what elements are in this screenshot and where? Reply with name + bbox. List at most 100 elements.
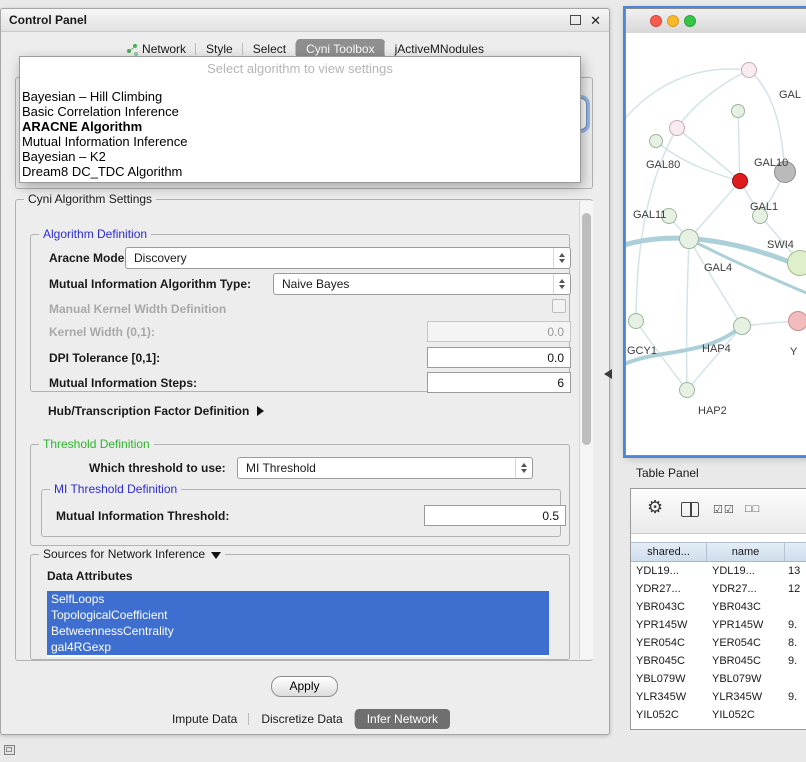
close-traffic-icon[interactable] xyxy=(650,15,662,27)
kernel-width-field[interactable] xyxy=(427,321,571,342)
mi-threshold-field[interactable] xyxy=(424,505,566,526)
zoom-traffic-icon[interactable] xyxy=(684,15,696,27)
table-cell: YPR145W xyxy=(631,619,707,631)
table-row[interactable]: YDL19...YDL19...13 xyxy=(631,562,806,580)
tab-label: Network xyxy=(142,42,186,56)
settings-scrollbar-thumb[interactable] xyxy=(582,213,591,445)
algorithm-option-mutual-information-inference[interactable]: Mutual Information Inference xyxy=(20,134,580,149)
algorithm-option-basic-correlation-inference[interactable]: Basic Correlation Inference xyxy=(20,104,580,119)
threshold-definition-title: Threshold Definition xyxy=(39,437,154,451)
window-grip-icon[interactable] xyxy=(4,745,15,755)
hub-definition-toggle[interactable]: Hub/Transcription Factor Definition xyxy=(48,404,264,418)
network-node[interactable] xyxy=(787,250,806,276)
table-cell: 8. xyxy=(785,637,806,649)
close-icon[interactable]: ✕ xyxy=(590,14,601,27)
mi-type-select[interactable]: Naive Bayes xyxy=(273,273,571,295)
tab-discretize-data[interactable]: Discretize Data xyxy=(249,709,354,729)
table-row[interactable]: YBR045CYBR045C9. xyxy=(631,652,806,670)
algorithm-option-bayesian-hill-climbing[interactable]: Bayesian – Hill Climbing xyxy=(20,89,580,104)
algorithm-option-bayesian-k2[interactable]: Bayesian – K2 xyxy=(20,149,580,164)
tab-impute-data[interactable]: Impute Data xyxy=(160,709,249,729)
table-row[interactable]: YLR345WYLR345W9. xyxy=(631,688,806,706)
mi-steps-label: Mutual Information Steps: xyxy=(49,376,197,390)
table-cell: YPR145W xyxy=(707,619,785,631)
algorithm-option-list: Bayesian – Hill ClimbingBasic Correlatio… xyxy=(20,89,580,179)
algorithm-option-aracne-algorithm[interactable]: ARACNE Algorithm xyxy=(20,119,580,134)
attribute-option-topologicalcoefficient[interactable]: TopologicalCoefficient xyxy=(47,607,549,623)
gear-icon[interactable]: ⚙ xyxy=(647,498,663,516)
network-node-label: GCY1 xyxy=(627,345,657,357)
combo-arrows-icon xyxy=(515,458,532,478)
algorithm-definition-group: Algorithm Definition Aracne Mode: Discov… xyxy=(30,234,570,392)
network-node[interactable] xyxy=(669,120,685,136)
mi-steps-field[interactable] xyxy=(427,372,571,393)
aracne-mode-label: Aracne Mode: xyxy=(49,251,128,265)
column-header-0[interactable]: shared... xyxy=(631,543,707,561)
network-node[interactable] xyxy=(679,382,695,398)
network-node-label: HAP2 xyxy=(698,405,727,417)
column-header-2[interactable] xyxy=(785,543,806,561)
network-node[interactable] xyxy=(741,62,757,78)
apply-button[interactable]: Apply xyxy=(271,676,338,697)
attribute-option-gal4rgexp[interactable]: gal4RGexp xyxy=(47,639,549,655)
splitter-collapse-icon[interactable] xyxy=(604,369,612,379)
select-all-columns-icon[interactable]: ☑☑ xyxy=(713,503,735,516)
table-cell: YIL052C xyxy=(707,709,785,721)
table-panel: ⚙ ☑☑ □□ shared...name YDL19...YDL19...13… xyxy=(630,488,806,730)
network-node[interactable] xyxy=(788,311,806,331)
sources-group: Sources for Network Inference Data Attri… xyxy=(30,554,570,660)
table-cell: 9. xyxy=(785,655,806,667)
table-row[interactable]: YBR043CYBR043C xyxy=(631,598,806,616)
control-panel-window: Control Panel ✕ NetworkStyleSelectCyni T… xyxy=(0,8,610,735)
network-node[interactable] xyxy=(628,313,644,329)
network-node-label: GAL10 xyxy=(754,157,788,169)
attribute-option-selfloops[interactable]: SelfLoops xyxy=(47,591,549,607)
expanded-arrow-icon xyxy=(211,552,221,559)
table-cell: YDR27... xyxy=(707,583,785,595)
network-canvas[interactable]: GALGAL80GAL10GAL11GAL1SWI4GAL4GCY1HAP4HA… xyxy=(626,33,806,455)
network-node[interactable] xyxy=(733,317,751,335)
aracne-mode-select[interactable]: Discovery xyxy=(125,247,571,269)
mi-type-label: Mutual Information Algorithm Type: xyxy=(49,277,251,291)
network-node-label: GAL4 xyxy=(704,262,732,274)
network-tab-icon xyxy=(126,43,138,55)
table-body: YDL19...YDL19...13YDR27...YDR27...12YBR0… xyxy=(631,562,806,729)
which-threshold-select[interactable]: MI Threshold xyxy=(237,457,533,479)
table-cell: YER054C xyxy=(631,637,707,649)
table-row[interactable]: YDR27...YDR27...12 xyxy=(631,580,806,598)
column-header-1[interactable]: name xyxy=(707,543,785,561)
network-node[interactable] xyxy=(649,134,663,148)
network-node[interactable] xyxy=(731,104,745,118)
float-window-icon[interactable] xyxy=(570,15,581,25)
table-cell: 9. xyxy=(785,691,806,703)
algorithm-definition-title: Algorithm Definition xyxy=(39,227,151,241)
table-cell: YLR345W xyxy=(631,691,707,703)
algorithm-option-dream8-dc-tdc-algorithm[interactable]: Dream8 DC_TDC Algorithm xyxy=(20,164,580,179)
deselect-all-columns-icon[interactable]: □□ xyxy=(745,503,760,515)
table-row[interactable]: YPR145WYPR145W9. xyxy=(631,616,806,634)
table-cell: YBR045C xyxy=(707,655,785,667)
table-row[interactable]: YIL052CYIL052C xyxy=(631,706,806,724)
attribute-option-betweennesscentrality[interactable]: BetweennessCentrality xyxy=(47,623,549,639)
which-threshold-label: Which threshold to use: xyxy=(89,461,226,475)
minimize-traffic-icon[interactable] xyxy=(667,15,679,27)
bottom-tab-bar: Impute DataDiscretize DataInfer Network xyxy=(1,709,609,729)
control-panel-titlebar: Control Panel ✕ xyxy=(1,9,609,32)
table-row[interactable]: YBL079WYBL079W xyxy=(631,670,806,688)
columns-icon[interactable] xyxy=(681,502,699,517)
table-row[interactable]: YER054CYER054C8. xyxy=(631,634,806,652)
table-cell: YLR345W xyxy=(707,691,785,703)
table-panel-title: Table Panel xyxy=(636,466,699,480)
tab-infer-network[interactable]: Infer Network xyxy=(355,709,450,729)
sources-group-title[interactable]: Sources for Network Inference xyxy=(39,547,225,561)
network-node-label: Y xyxy=(790,346,797,358)
settings-scrollbar[interactable] xyxy=(579,201,593,659)
dpi-tolerance-field[interactable] xyxy=(427,347,571,368)
collapsed-arrow-icon xyxy=(257,406,264,416)
network-node[interactable] xyxy=(679,229,699,249)
manual-kernel-checkbox[interactable] xyxy=(552,299,566,313)
network-node[interactable] xyxy=(732,173,748,189)
algorithm-dropdown-popup: Select algorithm to view settings Bayesi… xyxy=(19,56,581,183)
table-cell: YDR27... xyxy=(631,583,707,595)
table-toolbar: ⚙ ☑☑ □□ xyxy=(631,489,806,534)
